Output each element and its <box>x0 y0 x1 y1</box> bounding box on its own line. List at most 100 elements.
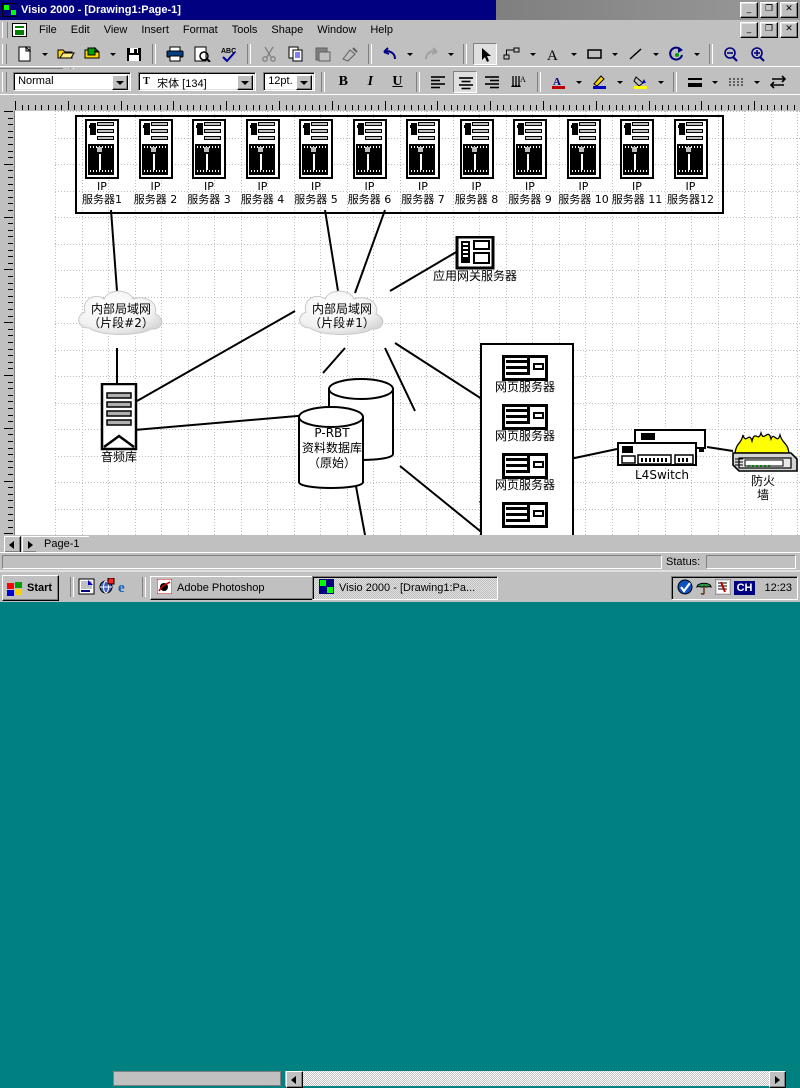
taskbar-button-photoshop[interactable]: Adobe Photoshop <box>150 576 322 600</box>
menu-item-help[interactable]: Help <box>363 22 400 38</box>
doc-minimize-button[interactable]: _ <box>740 22 758 38</box>
taskbar-button-visio[interactable]: Visio 2000 - [Drawing1:Pa... <box>312 576 498 600</box>
connector-line[interactable] <box>399 465 486 535</box>
ip-server-6[interactable]: IP 服务器 6 <box>348 119 391 206</box>
previous-page-button[interactable] <box>4 536 21 553</box>
doc-restore-button[interactable]: ❐ <box>760 22 778 38</box>
web-server-4[interactable] <box>502 502 548 528</box>
zoom-out-icon[interactable] <box>719 43 743 65</box>
cut-icon[interactable] <box>257 43 281 65</box>
fill-color-dropdown[interactable] <box>656 71 667 93</box>
maximize-button[interactable]: ❐ <box>760 2 778 18</box>
line-color-dropdown[interactable] <box>615 71 626 93</box>
ip-server-12[interactable]: IP 服务器12 <box>667 119 714 206</box>
drawing-canvas[interactable]: IP 服务器1 IP 服务器 2 IP 服务器 3 IP 服务器 4 IP 服务器 5 IP 服务器 … <box>15 111 800 535</box>
font-color-dropdown[interactable] <box>574 71 585 93</box>
page-tab-page1[interactable]: Page-1 <box>36 536 90 553</box>
menu-item-shape[interactable]: Shape <box>264 22 310 38</box>
doc-close-button[interactable]: ✕ <box>780 22 798 38</box>
rotate-tool-icon[interactable] <box>665 43 689 65</box>
align-center-icon[interactable] <box>452 71 477 93</box>
paste-icon[interactable] <box>311 43 335 65</box>
scroll-left-button[interactable] <box>286 1071 303 1088</box>
umbrella-icon[interactable] <box>696 579 712 598</box>
font-dropdown-arrow[interactable] <box>237 75 254 90</box>
line-weight-dropdown[interactable] <box>710 71 721 93</box>
line-tool-icon[interactable] <box>624 43 648 65</box>
open-stencil-icon[interactable] <box>81 43 105 65</box>
ip-server-7[interactable]: IP 服务器 7 <box>401 119 445 206</box>
cloud-internal-lan-segment1[interactable]: 内部局域网 （片段#1） <box>292 286 392 348</box>
ip-server-5[interactable]: IP 服务器 5 <box>294 119 338 206</box>
line-weight-icon[interactable] <box>683 71 707 93</box>
font-size-dropdown-arrow[interactable] <box>296 75 313 90</box>
ip-server-8[interactable]: IP 服务器 8 <box>455 119 498 206</box>
rectangle-dropdown[interactable] <box>610 43 621 65</box>
connector-line[interactable] <box>569 448 618 460</box>
menu-item-view[interactable]: View <box>97 22 135 38</box>
print-icon[interactable] <box>163 43 187 65</box>
connector-tool-icon[interactable] <box>500 43 524 65</box>
open-file-icon[interactable] <box>54 43 78 65</box>
save-icon[interactable] <box>122 43 146 65</box>
cloud-internal-lan-segment2[interactable]: 内部局域网 （片段#2） <box>71 286 171 348</box>
firewall[interactable]: 防火 墙 <box>727 421 800 501</box>
menu-item-file[interactable]: File <box>32 22 64 38</box>
undo-icon[interactable] <box>378 43 402 65</box>
web-server-1[interactable]: 网页服务器 <box>495 355 555 393</box>
fill-color-icon[interactable] <box>629 71 653 93</box>
tab-splitter[interactable] <box>113 1071 281 1086</box>
toolbar-drag-handle[interactable] <box>2 44 7 64</box>
ime-indicator[interactable]: CH <box>733 581 756 595</box>
taskbar-clock[interactable]: 12:23 <box>764 582 792 594</box>
menu-item-tools[interactable]: Tools <box>225 22 265 38</box>
ip-server-1[interactable]: IP 服务器1 <box>82 119 122 206</box>
undo-dropdown[interactable] <box>405 43 416 65</box>
pointer-tool-icon[interactable] <box>473 43 498 65</box>
font-color-icon[interactable]: A <box>547 71 571 93</box>
l4-switch[interactable]: L4Switch <box>617 429 707 481</box>
zoom-in-icon[interactable] <box>746 43 770 65</box>
text-tool-dropdown[interactable] <box>569 43 580 65</box>
spelling-icon[interactable]: ABC <box>217 43 241 65</box>
line-pattern-icon[interactable] <box>724 71 748 93</box>
ip-server-4[interactable]: IP 服务器 4 <box>241 119 284 206</box>
connector-line[interactable] <box>394 342 486 402</box>
start-button[interactable]: Start <box>2 575 60 601</box>
redo-dropdown[interactable] <box>446 43 457 65</box>
new-document-icon[interactable] <box>13 43 37 65</box>
line-pattern-dropdown[interactable] <box>752 71 763 93</box>
ip-server-2[interactable]: IP 服务器 2 <box>134 119 177 206</box>
align-right-icon[interactable] <box>480 71 504 93</box>
line-color-icon[interactable] <box>588 71 612 93</box>
connector-dropdown[interactable] <box>528 43 539 65</box>
drawing-page[interactable]: IP 服务器1 IP 服务器 2 IP 服务器 3 IP 服务器 4 IP 服务器 5 IP 服务器 … <box>55 111 800 535</box>
ip-server-11[interactable]: IP 服务器 11 <box>612 119 662 206</box>
rectangle-tool-icon[interactable] <box>583 43 607 65</box>
format-painter-icon[interactable] <box>338 43 362 65</box>
antivirus-shield-icon[interactable] <box>677 579 693 598</box>
web-server-2[interactable]: 网页服务器 <box>495 404 555 442</box>
italic-button[interactable]: I <box>358 71 382 93</box>
style-combo[interactable]: Normal <box>13 72 132 91</box>
menu-drag-handle[interactable] <box>2 22 8 38</box>
menu-item-edit[interactable]: Edit <box>64 22 97 38</box>
new-document-dropdown[interactable] <box>40 43 51 65</box>
print-preview-icon[interactable] <box>190 43 214 65</box>
close-button[interactable]: ✕ <box>780 2 798 18</box>
line-ends-icon[interactable] <box>766 71 790 93</box>
horizontal-scrollbar-track[interactable] <box>285 1071 786 1088</box>
redo-icon[interactable] <box>419 43 443 65</box>
minimize-button[interactable]: _ <box>740 2 758 18</box>
prbt-database[interactable]: P-RBT 资料数据库 （原始） <box>293 369 403 497</box>
style-dropdown-arrow[interactable] <box>112 75 129 90</box>
tray-app-icon[interactable] <box>714 578 732 598</box>
connector-line[interactable] <box>354 209 386 294</box>
text-direction-icon[interactable]: A <box>507 71 531 93</box>
show-desktop-icon[interactable] <box>78 578 95 598</box>
channels-icon[interactable] <box>98 577 115 598</box>
connector-line[interactable] <box>324 209 339 292</box>
vertical-ruler[interactable] <box>0 111 15 535</box>
bold-button[interactable]: B <box>331 71 355 93</box>
font-combo[interactable]: T 宋体 [134] <box>138 72 257 91</box>
